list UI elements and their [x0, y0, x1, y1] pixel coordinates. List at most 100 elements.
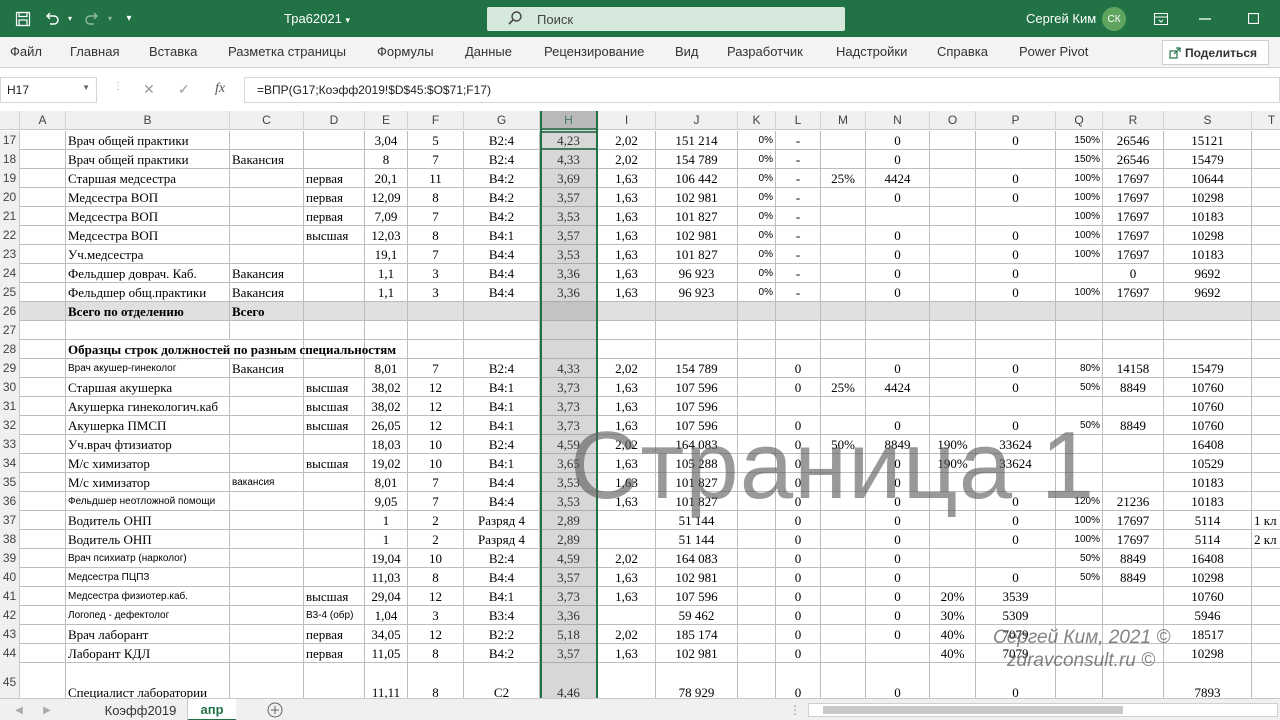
cell-t32[interactable]	[1252, 416, 1280, 435]
cell-c40[interactable]	[230, 568, 304, 587]
cell-t34[interactable]	[1252, 454, 1280, 473]
cell-c20[interactable]	[230, 188, 304, 207]
cell-h30[interactable]: 3,73	[540, 378, 598, 397]
cell-g30[interactable]: В4:1	[464, 378, 540, 397]
cell-d44[interactable]: первая	[304, 644, 365, 663]
row-header[interactable]: 40	[0, 568, 20, 587]
cell-a37[interactable]	[20, 511, 66, 530]
select-all-corner[interactable]	[0, 111, 20, 130]
cell-s17[interactable]: 15121	[1164, 131, 1252, 150]
cell-o30[interactable]	[930, 378, 976, 397]
cell-p19[interactable]: 0	[976, 169, 1056, 188]
cell-k27[interactable]	[738, 321, 776, 340]
cell-i30[interactable]: 1,63	[598, 378, 656, 397]
cell-k43[interactable]	[738, 625, 776, 644]
cell-q39[interactable]: 50%	[1056, 549, 1103, 568]
cell-i27[interactable]	[598, 321, 656, 340]
cell-c43[interactable]	[230, 625, 304, 644]
cell-s35[interactable]: 10183	[1164, 473, 1252, 492]
cell-t30[interactable]	[1252, 378, 1280, 397]
cell-c23[interactable]	[230, 245, 304, 264]
cell-n38[interactable]: 0	[866, 530, 930, 549]
cell-r35[interactable]	[1103, 473, 1164, 492]
ribbon-display-icon[interactable]	[1148, 0, 1174, 37]
cell-j26[interactable]	[656, 302, 738, 321]
cell-m45[interactable]	[821, 663, 866, 701]
file-title[interactable]: Тра62021 ▾	[284, 11, 350, 26]
cell-b28[interactable]: Образцы строк должностей по разным специ…	[66, 340, 396, 359]
cell-b35[interactable]: М/с химизатор	[66, 473, 230, 492]
column-header-o[interactable]: O	[930, 111, 976, 130]
cell-s33[interactable]: 16408	[1164, 435, 1252, 454]
column-header-j[interactable]: J	[656, 111, 738, 130]
cell-q28[interactable]	[1056, 340, 1103, 359]
cell-i22[interactable]: 1,63	[598, 226, 656, 245]
cell-s44[interactable]: 10298	[1164, 644, 1252, 663]
cell-q40[interactable]: 50%	[1056, 568, 1103, 587]
cell-s45[interactable]: 7893	[1164, 663, 1252, 701]
cell-t33[interactable]	[1252, 435, 1280, 454]
cell-o29[interactable]	[930, 359, 976, 378]
cell-k25[interactable]: 0%	[738, 283, 776, 302]
cell-i43[interactable]: 2,02	[598, 625, 656, 644]
cell-c35[interactable]: вакансия	[230, 473, 304, 492]
cell-f26[interactable]	[408, 302, 464, 321]
cell-c37[interactable]	[230, 511, 304, 530]
cell-g43[interactable]: В2:2	[464, 625, 540, 644]
column-header-a[interactable]: A	[20, 111, 66, 130]
cell-n43[interactable]: 0	[866, 625, 930, 644]
row-header[interactable]: 41	[0, 587, 20, 606]
cell-h41[interactable]: 3,73	[540, 587, 598, 606]
cell-q29[interactable]: 80%	[1056, 359, 1103, 378]
column-header-m[interactable]: M	[821, 111, 866, 130]
cell-e32[interactable]: 26,05	[365, 416, 408, 435]
cell-d32[interactable]: высшая	[304, 416, 365, 435]
cell-e27[interactable]	[365, 321, 408, 340]
cell-g29[interactable]: В2:4	[464, 359, 540, 378]
cell-i21[interactable]: 1,63	[598, 207, 656, 226]
cell-i45[interactable]	[598, 663, 656, 701]
cell-k38[interactable]	[738, 530, 776, 549]
cell-e26[interactable]	[365, 302, 408, 321]
column-header-q[interactable]: Q	[1056, 111, 1103, 130]
cell-r26[interactable]	[1103, 302, 1164, 321]
cell-j19[interactable]: 106 442	[656, 169, 738, 188]
cell-t31[interactable]	[1252, 397, 1280, 416]
cell-s38[interactable]: 5114	[1164, 530, 1252, 549]
tab-help[interactable]: Справка	[937, 44, 988, 59]
cell-a42[interactable]	[20, 606, 66, 625]
cell-c31[interactable]	[230, 397, 304, 416]
row-header[interactable]: 39	[0, 549, 20, 568]
cell-e31[interactable]: 38,02	[365, 397, 408, 416]
cell-o24[interactable]	[930, 264, 976, 283]
cell-l42[interactable]: 0	[776, 606, 821, 625]
cell-l22[interactable]: -	[776, 226, 821, 245]
cell-d26[interactable]	[304, 302, 365, 321]
cell-d34[interactable]: высшая	[304, 454, 365, 473]
cell-c39[interactable]	[230, 549, 304, 568]
cell-p21[interactable]	[976, 207, 1056, 226]
cell-r31[interactable]	[1103, 397, 1164, 416]
cell-t42[interactable]	[1252, 606, 1280, 625]
cell-m30[interactable]: 25%	[821, 378, 866, 397]
cell-p17[interactable]: 0	[976, 131, 1056, 150]
cell-t36[interactable]	[1252, 492, 1280, 511]
cell-g26[interactable]	[464, 302, 540, 321]
chevron-down-icon[interactable]: ▼	[82, 83, 90, 92]
cell-j39[interactable]: 164 083	[656, 549, 738, 568]
cell-t17[interactable]	[1252, 131, 1280, 150]
cell-r18[interactable]: 26546	[1103, 150, 1164, 169]
cell-g38[interactable]: Разряд 4	[464, 530, 540, 549]
cell-p41[interactable]: 3539	[976, 587, 1056, 606]
cell-q17[interactable]: 150%	[1056, 131, 1103, 150]
cell-j30[interactable]: 107 596	[656, 378, 738, 397]
cell-n21[interactable]	[866, 207, 930, 226]
cell-s39[interactable]: 16408	[1164, 549, 1252, 568]
cell-e21[interactable]: 7,09	[365, 207, 408, 226]
cell-d19[interactable]: первая	[304, 169, 365, 188]
row-header[interactable]: 20	[0, 188, 20, 207]
cell-l25[interactable]: -	[776, 283, 821, 302]
cell-a17[interactable]	[20, 131, 66, 150]
cell-f35[interactable]: 7	[408, 473, 464, 492]
cell-k44[interactable]	[738, 644, 776, 663]
